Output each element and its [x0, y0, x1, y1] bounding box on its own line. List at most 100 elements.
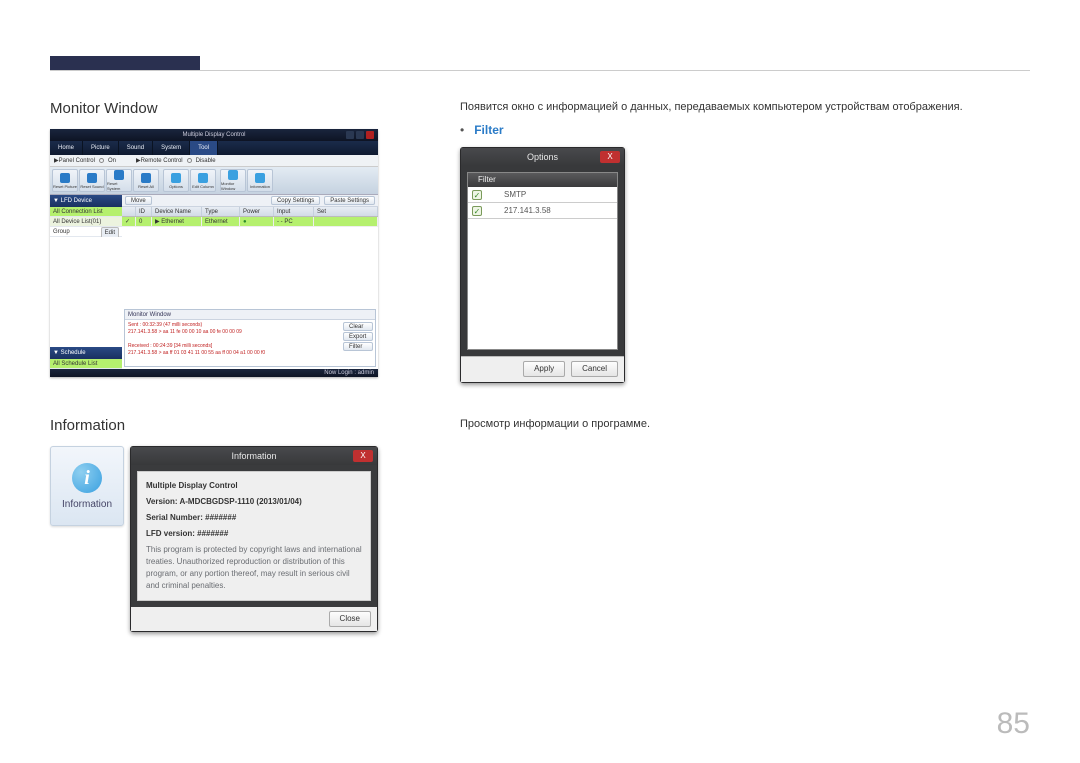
- table-header: ID Device Name Type Power Input Set: [122, 207, 378, 217]
- side-all-device[interactable]: All Device List(01): [50, 217, 122, 227]
- col-check[interactable]: [122, 207, 136, 216]
- reset-all-label: Reset All: [138, 184, 154, 189]
- tab-picture[interactable]: Picture: [83, 141, 119, 155]
- reset-picture-label: Reset Picture: [53, 184, 77, 189]
- reset-system-button[interactable]: Reset System: [106, 169, 132, 192]
- filter-button[interactable]: Filter: [343, 342, 373, 351]
- close-icon[interactable]: X: [353, 450, 373, 462]
- page-number: 85: [997, 707, 1030, 741]
- close-icon[interactable]: [366, 131, 374, 139]
- information-title-text: Information: [231, 451, 276, 461]
- info-icon: i: [72, 463, 102, 493]
- tab-sound[interactable]: Sound: [119, 141, 153, 155]
- options-col-header: Filter: [468, 173, 617, 187]
- filter-bullet: • Filter: [460, 123, 1030, 137]
- maximize-icon[interactable]: [356, 131, 364, 139]
- reset-system-icon: [114, 170, 124, 180]
- information-titlebar: Information X: [131, 447, 377, 465]
- remote-control-value: Disable: [196, 158, 216, 164]
- export-button[interactable]: Export: [343, 332, 373, 341]
- information-description: Просмотр информации о программе.: [460, 417, 1030, 432]
- options-row-label: 217.141.3.58: [490, 206, 551, 215]
- options-body: Filter ✓ SMTP ✓ 217.141.3.58: [467, 172, 618, 350]
- move-button[interactable]: Move: [125, 196, 152, 205]
- mdc-titlebar: Multiple Display Control: [50, 129, 378, 141]
- info-legal: This program is protected by copyright l…: [146, 544, 362, 592]
- side-all-schedule[interactable]: All Schedule List: [50, 359, 122, 369]
- options-row-label: SMTP: [490, 190, 526, 199]
- paste-settings-button[interactable]: Paste Settings: [324, 196, 375, 205]
- reset-sound-button[interactable]: Reset Sound: [79, 169, 105, 192]
- reset-picture-icon: [60, 173, 70, 183]
- cell-power: ●: [240, 217, 274, 226]
- monitor-window-button[interactable]: Monitor Window: [220, 169, 246, 192]
- mdc-sidebar: ▼ LFD Device All Connection List All Dev…: [50, 195, 122, 369]
- cancel-button[interactable]: Cancel: [571, 361, 618, 377]
- information-dialog: Information X Multiple Display Control V…: [130, 446, 378, 632]
- check-icon[interactable]: ✓: [472, 206, 482, 216]
- info-serial: Serial Number: #######: [146, 512, 362, 524]
- monitor-window-icon: [228, 170, 238, 180]
- monitor-window-label: Monitor Window: [221, 181, 245, 191]
- monitor-log: Sent : 00:32:39 (47 milli seconds) 217.1…: [125, 320, 341, 366]
- side-group[interactable]: Group Edit: [50, 227, 122, 237]
- options-dialog: Options X Filter ✓ SMTP ✓ 217.141.3.58: [460, 147, 625, 383]
- edit-column-button[interactable]: Edit Column: [190, 169, 216, 192]
- information-button[interactable]: Information: [247, 169, 273, 192]
- status-bar: Now Login : admin: [50, 369, 378, 377]
- close-button[interactable]: Close: [329, 611, 371, 627]
- remote-control-label: ▶Remote Control: [136, 157, 183, 164]
- table-row[interactable]: ✓ 0 ▶ Ethernet Ethernet ● - - PC: [122, 217, 378, 227]
- section-title-monitor: Monitor Window: [50, 100, 450, 117]
- options-row[interactable]: ✓ 217.141.3.58: [468, 203, 617, 219]
- mdc-tabs: Home Picture Sound System Tool: [50, 141, 378, 155]
- tab-tool[interactable]: Tool: [190, 141, 218, 155]
- col-id: ID: [136, 207, 152, 216]
- col-type: Type: [202, 207, 240, 216]
- monitor-buttons: Clear Export Filter: [341, 320, 375, 366]
- mdc-title: Multiple Display Control: [182, 132, 245, 138]
- edit-column-label: Edit Column: [192, 184, 214, 189]
- radio-icon[interactable]: [187, 158, 192, 163]
- reset-all-button[interactable]: Reset All: [133, 169, 159, 192]
- mdc-action-bar: Move Copy Settings Paste Settings: [122, 195, 378, 207]
- monitor-panel-title: Monitor Window: [125, 310, 375, 320]
- side-schedule-header[interactable]: ▼ Schedule: [50, 347, 122, 359]
- information-wrap: i Information Information X Multiple Dis…: [50, 446, 450, 632]
- side-all-connection[interactable]: All Connection List: [50, 207, 122, 217]
- info-lfd: LFD version: #######: [146, 528, 362, 540]
- cell-input: - - PC: [274, 217, 314, 226]
- reset-sound-label: Reset Sound: [80, 184, 103, 189]
- log-line: 217.141.3.58 > aa ff 01 03 41 11 00 55 a…: [128, 350, 338, 357]
- information-body: Multiple Display Control Version: A-MDCB…: [137, 471, 371, 601]
- mdc-window: Multiple Display Control Home Picture So…: [50, 129, 378, 377]
- tab-home[interactable]: Home: [50, 141, 83, 155]
- copy-settings-button[interactable]: Copy Settings: [271, 196, 320, 205]
- options-title-text: Options: [527, 152, 558, 162]
- header-accent: [50, 56, 200, 70]
- reset-picture-button[interactable]: Reset Picture: [52, 169, 78, 192]
- close-icon[interactable]: X: [600, 151, 620, 163]
- information-tile[interactable]: i Information: [50, 446, 124, 526]
- apply-button[interactable]: Apply: [523, 361, 565, 377]
- header-rule: [50, 70, 1030, 71]
- bullet-icon: •: [460, 123, 464, 137]
- section-title-information: Information: [50, 417, 450, 434]
- options-button[interactable]: Options: [163, 169, 189, 192]
- tab-system[interactable]: System: [153, 141, 190, 155]
- col-device-name: Device Name: [152, 207, 202, 216]
- options-footer: Apply Cancel: [461, 356, 624, 382]
- options-row[interactable]: ✓ SMTP: [468, 187, 617, 203]
- mdc-main: Move Copy Settings Paste Settings ID Dev…: [122, 195, 378, 369]
- info-heading: Multiple Display Control: [146, 480, 362, 492]
- reset-sound-icon: [87, 173, 97, 183]
- side-lfd-header[interactable]: ▼ LFD Device: [50, 195, 122, 207]
- cell-setting: [314, 217, 378, 226]
- options-icon: [171, 173, 181, 183]
- minimize-icon[interactable]: [346, 131, 354, 139]
- check-icon[interactable]: ✓: [472, 190, 482, 200]
- filter-label: Filter: [474, 123, 503, 137]
- clear-button[interactable]: Clear: [343, 322, 373, 331]
- radio-icon[interactable]: [99, 158, 104, 163]
- cell-id: 0: [136, 217, 152, 226]
